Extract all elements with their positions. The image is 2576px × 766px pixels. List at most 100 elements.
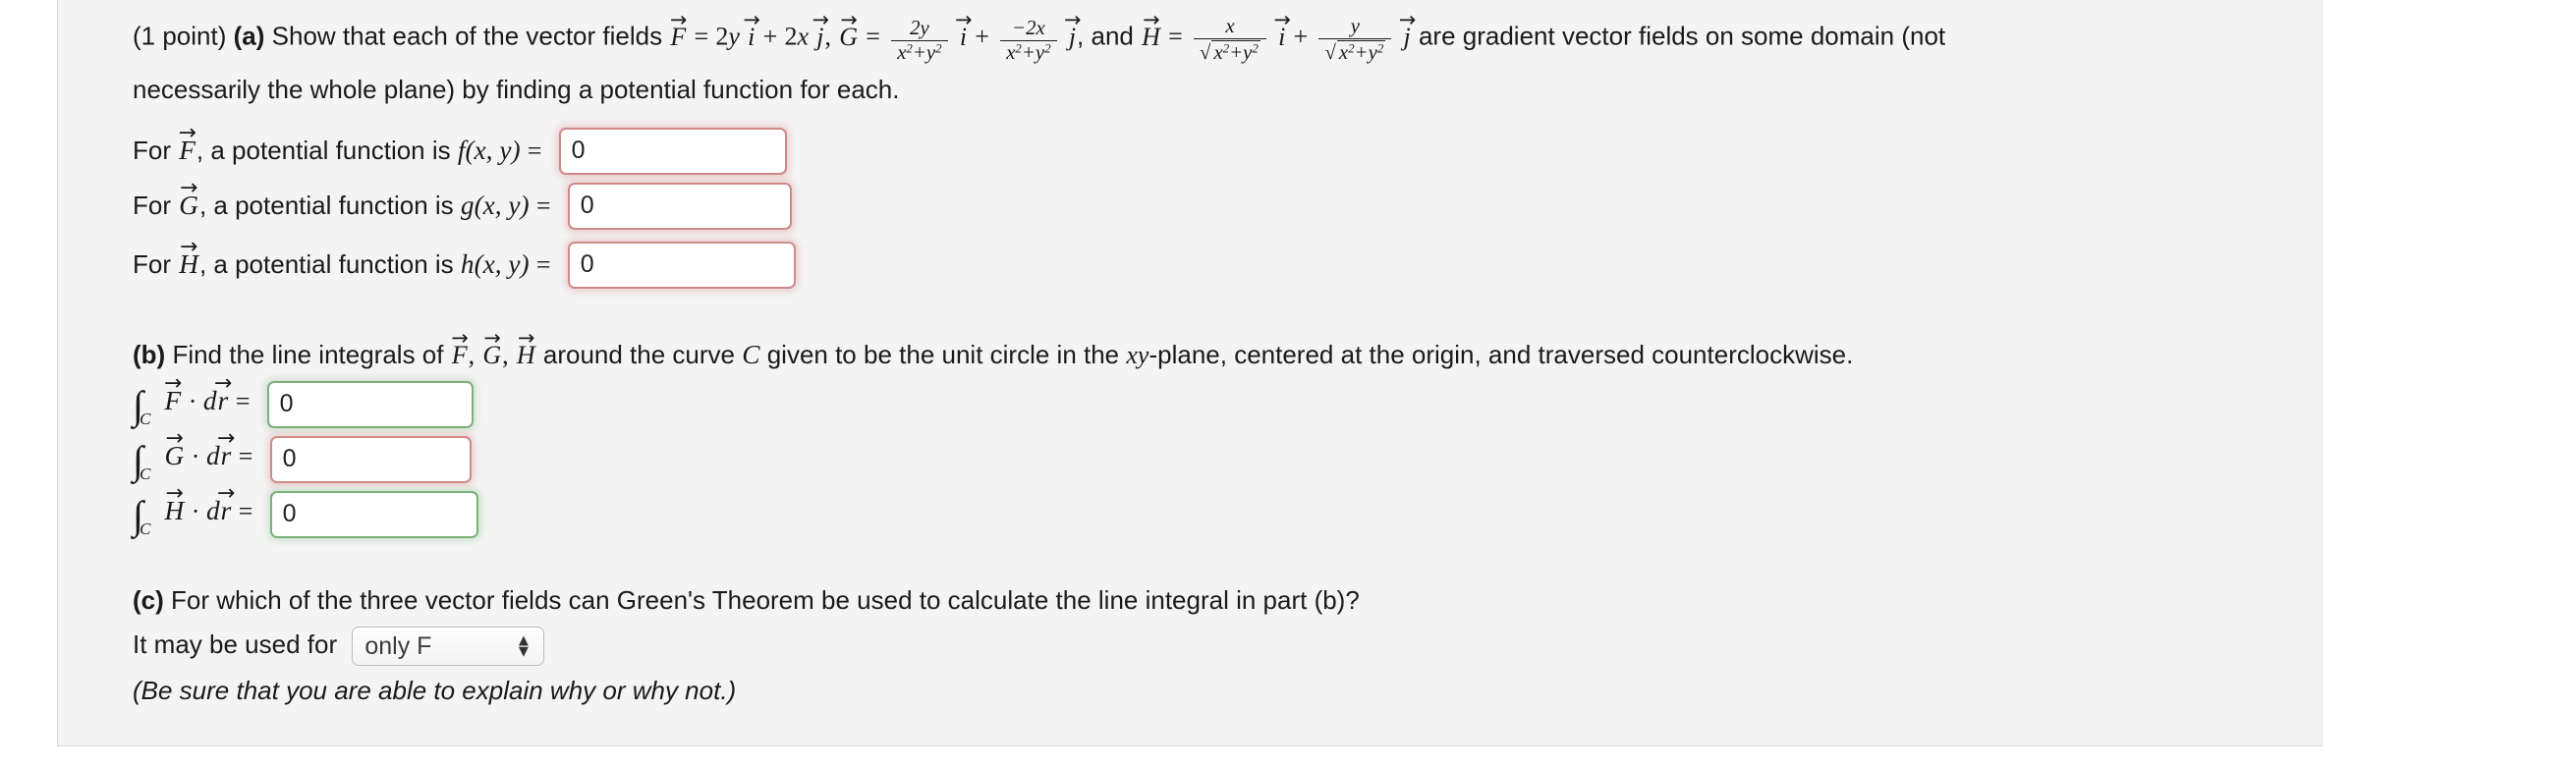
- vector-arrow-icon: →: [165, 425, 184, 451]
- equals-sign: =: [235, 387, 251, 416]
- curve-name: C: [742, 340, 760, 369]
- row-H-lead: For → H, a potential function is h(x, y) …: [133, 235, 551, 280]
- vector-F-symbol: → F: [451, 326, 469, 369]
- row-F-middle: , a potential function is: [196, 136, 451, 166]
- j-hat-symbol: → j: [1398, 8, 1417, 51]
- j-hat-symbol: → j: [812, 8, 829, 51]
- plus-sign: +: [975, 22, 989, 51]
- problem-statement-line-1: (1 point) (a) Show that each of the vect…: [133, 8, 1946, 64]
- line-integral-row-H: ∫ C → H · d → r = 0: [133, 480, 478, 539]
- dot-operator: ·: [188, 387, 197, 416]
- line-integral-row-G: ∫ C → G · d → r = 0: [133, 425, 472, 484]
- vector-H-symbol: → H: [164, 480, 185, 526]
- answer-input-integral-g[interactable]: 0: [269, 436, 472, 484]
- part-b-text-middle: around the curve: [542, 340, 736, 369]
- F-term2-coefficient: 2: [784, 22, 798, 51]
- part-b-text-end: -plane, centered at the origin, and trav…: [1148, 340, 1854, 369]
- vector-arrow-icon: →: [1143, 8, 1160, 32]
- row-F-function-args: (x, y): [465, 136, 521, 166]
- row-H-function-name: h: [460, 249, 475, 280]
- vector-arrow-icon: →: [669, 8, 688, 32]
- vector-F-symbol: → F: [164, 370, 183, 416]
- vector-arrow-icon: →: [451, 326, 469, 351]
- H-fraction-1-numerator: x: [1225, 15, 1235, 37]
- vector-arrow-icon: →: [517, 326, 535, 351]
- row-H-function-args: (x, y): [474, 249, 530, 280]
- part-b-statement: (b) Find the line integrals of → F, → G, →…: [133, 326, 1854, 369]
- row-G-middle: , a potential function is: [198, 191, 454, 221]
- row-H-middle: , a potential function is: [198, 249, 454, 280]
- F-term1-variable: y: [728, 22, 740, 51]
- vector-arrow-icon: →: [812, 8, 829, 32]
- row-F-lead: For → F, a potential function is f(x, y) …: [133, 123, 542, 166]
- answer-input-integral-f[interactable]: 0: [266, 381, 474, 429]
- vector-G-symbol: → G: [482, 326, 502, 369]
- vector-arrow-icon: →: [164, 370, 183, 396]
- equals-sign: =: [866, 22, 880, 51]
- vector-arrow-icon: →: [1064, 8, 1082, 32]
- part-b-label: (b): [133, 340, 166, 369]
- vector-arrow-icon: →: [840, 8, 858, 32]
- H-fraction-2-numerator: y: [1350, 15, 1360, 37]
- i-hat-symbol: → i: [1273, 8, 1291, 51]
- vector-arrow-icon: →: [483, 326, 501, 351]
- plus-sign: +: [1293, 22, 1309, 51]
- j-hat-symbol: → j: [1064, 8, 1082, 51]
- differential-dr: d → r: [205, 425, 236, 471]
- vector-arrow-icon: →: [217, 480, 236, 506]
- plus-sign: +: [762, 22, 778, 51]
- vector-G-symbol: → G: [179, 176, 198, 221]
- part-c-label: (c): [133, 585, 164, 615]
- part-b-fields-list: → F, → G, → H: [451, 326, 535, 369]
- dot-operator: ·: [191, 497, 200, 526]
- potential-function-row-F: For → F, a potential function is f(x, y) …: [133, 123, 787, 176]
- integral-sign-icon: ∫ C: [133, 492, 151, 539]
- vector-H-symbol: → H: [179, 235, 198, 280]
- equals-sign: =: [238, 497, 253, 526]
- part-b-text-after: given to be the unit circle in the: [766, 340, 1120, 369]
- row-G-function-name: g: [460, 191, 475, 221]
- green-theorem-select-value: only F: [364, 632, 432, 660]
- answer-input-h[interactable]: 0: [567, 242, 796, 290]
- part-c-statement: (c) For which of the three vector fields…: [133, 587, 1360, 613]
- equals-sign: =: [694, 22, 709, 51]
- dot-operator: ·: [191, 442, 200, 471]
- G-fraction-1-denominator: x2+y2: [891, 40, 948, 64]
- integral-subscript: C: [140, 465, 151, 484]
- vector-H-symbol: → H: [1142, 8, 1160, 51]
- integral-sign-icon: ∫ C: [133, 437, 151, 484]
- answer-input-integral-h[interactable]: 0: [269, 491, 478, 539]
- vector-arrow-icon: →: [180, 235, 198, 260]
- plane-name: xy: [1126, 341, 1149, 369]
- answer-input-g[interactable]: 0: [567, 183, 792, 231]
- line-integral-row-F: ∫ C → F · d → r = 0: [133, 370, 474, 429]
- equals-sign: =: [535, 250, 551, 280]
- problem-body: (1 point) (a) Show that each of the vect…: [58, 0, 2322, 703]
- screenshot-root: (1 point) (a) Show that each of the vect…: [0, 0, 2576, 766]
- vector-arrow-icon: →: [217, 425, 236, 451]
- part-c-question: For which of the three vector fields can…: [171, 585, 1360, 615]
- integral-sign-icon: ∫ C: [133, 382, 151, 429]
- G-fraction-1-numerator: 2y: [910, 17, 929, 39]
- row-H-prefix: For: [133, 249, 171, 280]
- row-F-prefix: For: [133, 136, 171, 166]
- i-hat-symbol: → i: [743, 8, 760, 51]
- chevron-down-icon[interactable]: ▼: [516, 642, 532, 658]
- vector-arrow-icon: →: [214, 370, 233, 396]
- vector-arrow-icon: →: [165, 480, 184, 506]
- answer-input-f[interactable]: 0: [558, 128, 787, 176]
- stepper-arrows-icon[interactable]: ▲ ▼: [516, 632, 532, 659]
- row-G-function-args: (x, y): [474, 191, 530, 221]
- integral-expression-G: ∫ C → G · d → r =: [133, 425, 252, 484]
- vector-G-symbol: → G: [164, 425, 185, 471]
- line1-tail-text: are gradient vector fields on some domai…: [1418, 21, 1946, 51]
- row-G-lead: For → G, a potential function is g(x, y) …: [133, 176, 551, 221]
- vector-H-symbol: → H: [516, 326, 535, 369]
- equals-sign: =: [527, 137, 542, 166]
- F-term2-variable: x: [797, 22, 810, 51]
- potential-function-row-G: For → G, a potential function is g(x, y) …: [133, 176, 792, 231]
- G-fraction-2-denominator: x2+y2: [1000, 40, 1057, 64]
- green-theorem-select[interactable]: only F ▲ ▼: [352, 627, 545, 666]
- intro-text: Show that each of the vector fields: [271, 21, 663, 51]
- H-fraction-1: x √ x2+y2: [1194, 15, 1266, 64]
